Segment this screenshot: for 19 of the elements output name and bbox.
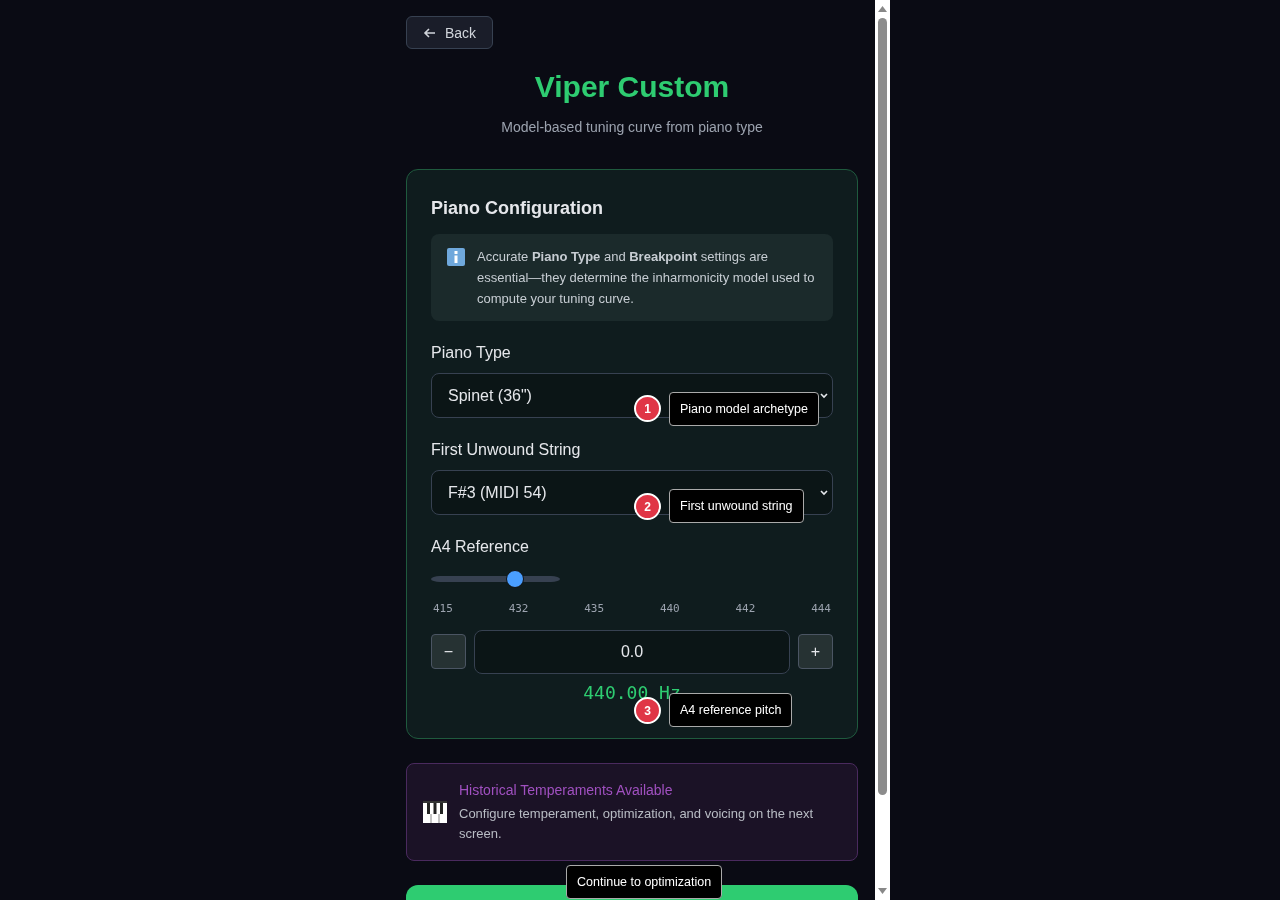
tick-label: 415 [432, 601, 454, 617]
card-heading: Piano Configuration [431, 197, 604, 220]
tick-label: 435 [583, 601, 606, 617]
tooltip: A4 reference pitch [669, 693, 793, 727]
notice-title: Historical Temperaments Available [459, 780, 674, 800]
tooltip: Continue to optimization [566, 865, 723, 899]
page-subtitle: Model-based tuning curve from piano type [500, 118, 764, 137]
tick-label: 444 [810, 601, 832, 617]
tooltip: First unwound string [669, 489, 804, 523]
field-label: First Unwound String [431, 440, 582, 460]
tick-label: 440 [658, 601, 681, 617]
tick-label: 442 [734, 601, 757, 617]
tooltip: Piano model archetype [669, 392, 819, 426]
notice-text: Configure temperament, optimization, and voicing on the next screen. [459, 804, 815, 843]
info-text: Accurate Piano Type and Breakpoint settings are essential—they determine the inharmonicity model used to compute your tuning curve. [477, 248, 816, 308]
field-label: A4 Reference [431, 537, 530, 557]
page-title: Viper Custom [533, 69, 731, 105]
field-label: Piano Type [431, 343, 512, 363]
tick-label: 432 [507, 601, 530, 617]
